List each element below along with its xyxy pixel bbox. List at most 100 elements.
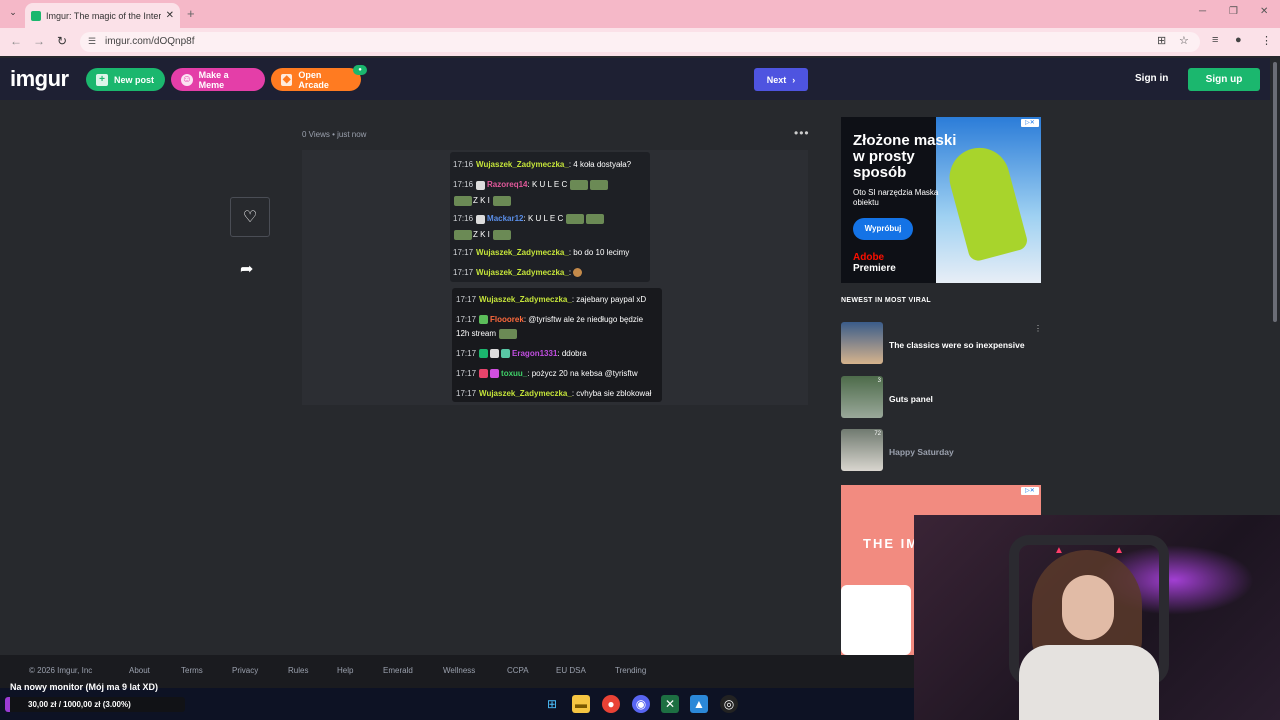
viral-item[interactable]: 3 Guts panel xyxy=(841,376,1041,418)
bookmark-star-icon[interactable]: ☆ xyxy=(1179,34,1189,47)
excel-icon[interactable]: ✕ xyxy=(661,695,679,713)
badge-icon xyxy=(476,214,486,224)
pepe-emote-icon xyxy=(454,230,472,240)
footer-link-wellness[interactable]: Wellness xyxy=(443,666,475,675)
profile-avatar-icon[interactable]: ● xyxy=(1235,34,1242,46)
meme-face-icon: ☺ xyxy=(181,73,193,86)
footer-link-rules[interactable]: Rules xyxy=(288,666,308,675)
chat-line: 17:17 Flooorek: @tyrisftw ale że niedługo… xyxy=(456,315,644,325)
streamer-webcam: ▲ ▲ xyxy=(914,515,1280,720)
make-meme-button[interactable]: ☺ Make a Meme xyxy=(171,68,265,91)
footer-link-emerald[interactable]: Emerald xyxy=(383,666,413,675)
viral-thumbnail: 3 xyxy=(841,376,883,418)
make-meme-label: Make a Meme xyxy=(198,69,229,90)
scrollbar-thumb[interactable] xyxy=(1273,62,1277,322)
post-meta: 0 Views • just now xyxy=(302,130,367,139)
tab-search-icon[interactable]: ⌄ xyxy=(5,7,21,21)
chat-line: 17:17 Wujaszek_Zadymeczka_: bo do 10 leci… xyxy=(453,248,630,257)
badge-icon xyxy=(479,369,489,379)
chat-line: 17:17 Wujaszek_Zadymeczka_: zajebany payp… xyxy=(456,295,647,304)
browser-menu-icon[interactable]: ⋮ xyxy=(1261,34,1272,47)
viral-item[interactable]: 72 Happy Saturday xyxy=(841,429,1041,471)
footer-copyright: © 2026 Imgur, Inc xyxy=(29,666,93,675)
translate-icon[interactable]: ⊞ xyxy=(1157,34,1166,47)
imgur-favicon-icon xyxy=(31,10,41,21)
maximize-icon[interactable]: ❐ xyxy=(1229,6,1238,17)
pepe-emote-icon xyxy=(493,196,512,206)
chat-line: 12h stream xyxy=(456,329,518,339)
address-bar[interactable]: ☰ imgur.com/dOQnp8f xyxy=(80,32,1200,52)
chat-screenshot-bottom: 17:17 Wujaszek_Zadymeczka_: zajebany payp… xyxy=(452,288,662,402)
check-badge-icon xyxy=(479,349,489,359)
chat-line: 17:17 Wujaszek_Zadymeczka_: xyxy=(453,268,584,278)
footer-link-privacy[interactable]: Privacy xyxy=(232,666,258,675)
ad2-shirt-image xyxy=(841,585,911,655)
chrome-icon[interactable]: ● xyxy=(602,695,620,713)
viral-item-title: Happy Saturday xyxy=(889,447,954,457)
window-close-icon[interactable]: ✕ xyxy=(1260,6,1268,17)
media-controls-icon[interactable]: ≡ xyxy=(1212,34,1218,46)
forward-icon[interactable]: → xyxy=(33,34,45,48)
monkey-emoji-icon xyxy=(573,268,583,278)
streamer-face xyxy=(1062,575,1114,640)
adobe-ad[interactable]: Złożone maski w prosty sposób Oto SI nar… xyxy=(841,117,1041,283)
browser-tab[interactable]: Imgur: The magic of the Interne ✕ xyxy=(25,3,180,28)
open-arcade-button[interactable]: ◆ Open Arcade xyxy=(271,68,361,91)
adchoices-icon[interactable]: ▷✕ xyxy=(1021,487,1039,495)
badge-icon xyxy=(476,180,486,190)
pepe-emote-icon xyxy=(566,214,585,224)
cat-ears-headset: ▲ ▲ xyxy=(1054,545,1124,556)
footer-link-eu-dsa[interactable]: EU DSA xyxy=(556,666,586,675)
next-label: Next xyxy=(766,74,787,85)
pepe-emote-icon xyxy=(493,230,512,240)
scroll-indicator-icon: ⋮ xyxy=(1034,324,1042,333)
ad-try-button[interactable]: Wypróbuj xyxy=(853,218,913,240)
discord-icon[interactable]: ◉ xyxy=(632,695,650,713)
ad-headline: Złożone maski w prosty sposób xyxy=(853,132,957,181)
pepe-emote-icon xyxy=(454,196,472,206)
chat-line: 17:17 toxuu_: pożycz 20 na kebsa @tyrisft… xyxy=(456,369,638,379)
chat-line: 17:16 Razoreq14: K U L E C xyxy=(453,180,609,190)
footer-link-ccpa[interactable]: CCPA xyxy=(507,666,529,675)
donation-progress-bar xyxy=(5,697,11,712)
new-post-button[interactable]: + New post xyxy=(86,68,165,91)
new-tab-icon[interactable]: + xyxy=(187,6,195,21)
photos-icon[interactable]: ▲ xyxy=(690,695,708,713)
post-image[interactable]: 17:16 Wujaszek_Zadymeczka_: 4 koła dostya… xyxy=(302,150,808,405)
most-viral-heading: NEWEST IN MOST VIRAL xyxy=(841,297,931,304)
favorite-heart-icon[interactable]: ♡ xyxy=(230,197,270,237)
stream-goal-text: Na nowy monitor (Mój ma 9 lat XD) xyxy=(10,682,159,692)
gamepad-icon: ◆ xyxy=(281,73,293,86)
footer-link-help[interactable]: Help xyxy=(337,666,353,675)
site-settings-icon[interactable]: ☰ xyxy=(88,36,96,47)
footer-link-trending[interactable]: Trending xyxy=(615,666,646,675)
streamer-body xyxy=(1019,645,1159,720)
footer-link-terms[interactable]: Terms xyxy=(181,666,203,675)
chat-line: 17:17 Wujaszek_Zadymeczka_: cvhyba sie zb… xyxy=(456,389,652,398)
share-arrow-icon[interactable]: ➦ xyxy=(240,259,253,279)
viral-thumbnail xyxy=(841,322,883,364)
minimize-icon[interactable]: ─ xyxy=(1199,6,1206,17)
sign-up-button[interactable]: Sign up xyxy=(1188,68,1260,91)
arcade-new-badge: ● xyxy=(353,65,367,75)
imgur-logo[interactable]: imgur xyxy=(10,66,69,92)
badge-icon xyxy=(490,369,500,379)
sign-in-link[interactable]: Sign in xyxy=(1135,73,1168,84)
windows-start-icon[interactable]: ⊞ xyxy=(543,695,561,713)
close-tab-icon[interactable]: ✕ xyxy=(166,10,174,21)
pepe-emote-icon xyxy=(499,329,518,339)
file-explorer-icon[interactable]: ▬ xyxy=(572,695,590,713)
viral-item[interactable]: The classics were so inexpensive ⋮ xyxy=(841,322,1042,364)
next-button[interactable]: Next › xyxy=(754,68,808,91)
footer-link-about[interactable]: About xyxy=(129,666,150,675)
viral-thumbnail: 72 xyxy=(841,429,883,471)
chat-line: 17:17 Eragon1331: ddobra xyxy=(456,349,587,359)
back-icon[interactable]: ← xyxy=(10,34,22,48)
adchoices-icon[interactable]: ▷✕ xyxy=(1021,119,1039,127)
chat-screenshot-top: 17:16 Wujaszek_Zadymeczka_: 4 koła dostya… xyxy=(450,152,650,282)
obs-icon[interactable]: ◎ xyxy=(720,695,738,713)
chat-line: Z K I xyxy=(453,230,512,240)
more-options-icon[interactable]: ••• xyxy=(794,126,810,140)
pepe-emote-icon xyxy=(586,214,605,224)
reload-icon[interactable]: ↻ xyxy=(57,34,67,48)
